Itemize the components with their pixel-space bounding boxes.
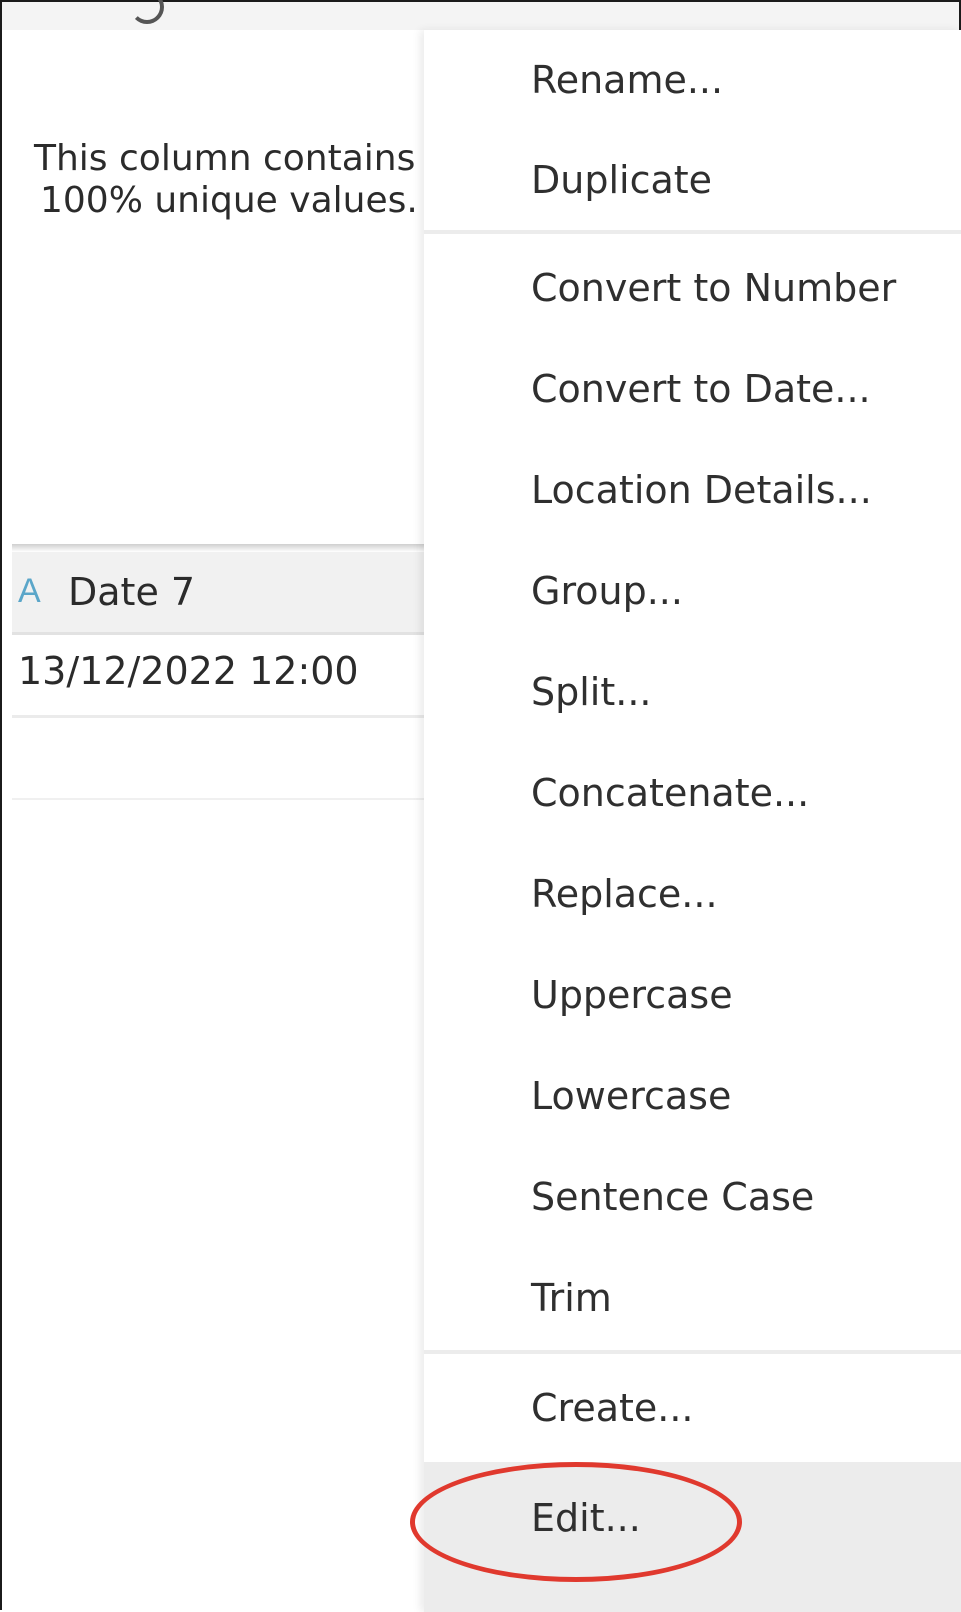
context-menu: Rename... Duplicate Convert to Number Co… xyxy=(424,30,961,1612)
menu-item-rename[interactable]: Rename... xyxy=(424,30,961,130)
partial-icon xyxy=(130,0,164,24)
column-header[interactable]: A Date 7 xyxy=(12,552,432,635)
menu-item-label: Edit... xyxy=(531,1496,641,1540)
table-row-empty xyxy=(12,718,432,800)
menu-item-label: Lowercase xyxy=(531,1074,732,1118)
menu-item-label: Uppercase xyxy=(531,973,733,1017)
menu-item-sentence-case[interactable]: Sentence Case xyxy=(424,1147,961,1247)
menu-item-replace[interactable]: Replace... xyxy=(424,844,961,944)
menu-item-label: Duplicate xyxy=(531,158,713,202)
menu-item-lowercase[interactable]: Lowercase xyxy=(424,1046,961,1146)
menu-item-label: Rename... xyxy=(531,58,724,102)
menu-item-label: Split... xyxy=(531,670,652,714)
divider xyxy=(12,544,432,552)
menu-item-convert-to-date[interactable]: Convert to Date... xyxy=(424,339,961,439)
column-pane xyxy=(2,30,432,1612)
cell-value: 13/12/2022 12:00 xyxy=(18,649,359,693)
menu-item-duplicate[interactable]: Duplicate xyxy=(424,130,961,230)
column-profile-summary: This column contains 100% unique values. xyxy=(34,138,454,222)
menu-item-concatenate[interactable]: Concatenate... xyxy=(424,743,961,843)
menu-item-uppercase[interactable]: Uppercase xyxy=(424,945,961,1045)
top-toolbar-strip xyxy=(2,0,959,30)
menu-item-location-details[interactable]: Location Details... xyxy=(424,440,961,540)
menu-item-group[interactable]: Group... xyxy=(424,541,961,641)
profile-line-1: This column contains xyxy=(34,138,416,179)
menu-item-label: Concatenate... xyxy=(531,771,810,815)
menu-separator xyxy=(424,230,961,234)
profile-line-2: 100% unique values. xyxy=(40,180,418,221)
menu-separator xyxy=(424,1350,961,1354)
menu-item-trim[interactable]: Trim xyxy=(424,1248,961,1348)
menu-item-label: Location Details... xyxy=(531,468,872,512)
menu-item-convert-to-number[interactable]: Convert to Number xyxy=(424,238,961,338)
menu-item-label: Replace... xyxy=(531,872,718,916)
menu-item-split[interactable]: Split... xyxy=(424,642,961,742)
menu-item-edit[interactable]: Edit... xyxy=(424,1462,961,1612)
menu-item-label: Group... xyxy=(531,569,683,613)
column-name: Date 7 xyxy=(68,570,196,614)
menu-item-label: Create... xyxy=(531,1386,694,1430)
menu-item-label: Sentence Case xyxy=(531,1175,815,1219)
text-type-icon: A xyxy=(18,572,41,610)
menu-item-label: Convert to Number xyxy=(531,266,897,310)
table-row[interactable]: 13/12/2022 12:00 xyxy=(12,635,432,718)
menu-item-label: Convert to Date... xyxy=(531,367,871,411)
menu-item-create[interactable]: Create... xyxy=(424,1358,961,1458)
menu-item-label: Trim xyxy=(531,1276,612,1320)
